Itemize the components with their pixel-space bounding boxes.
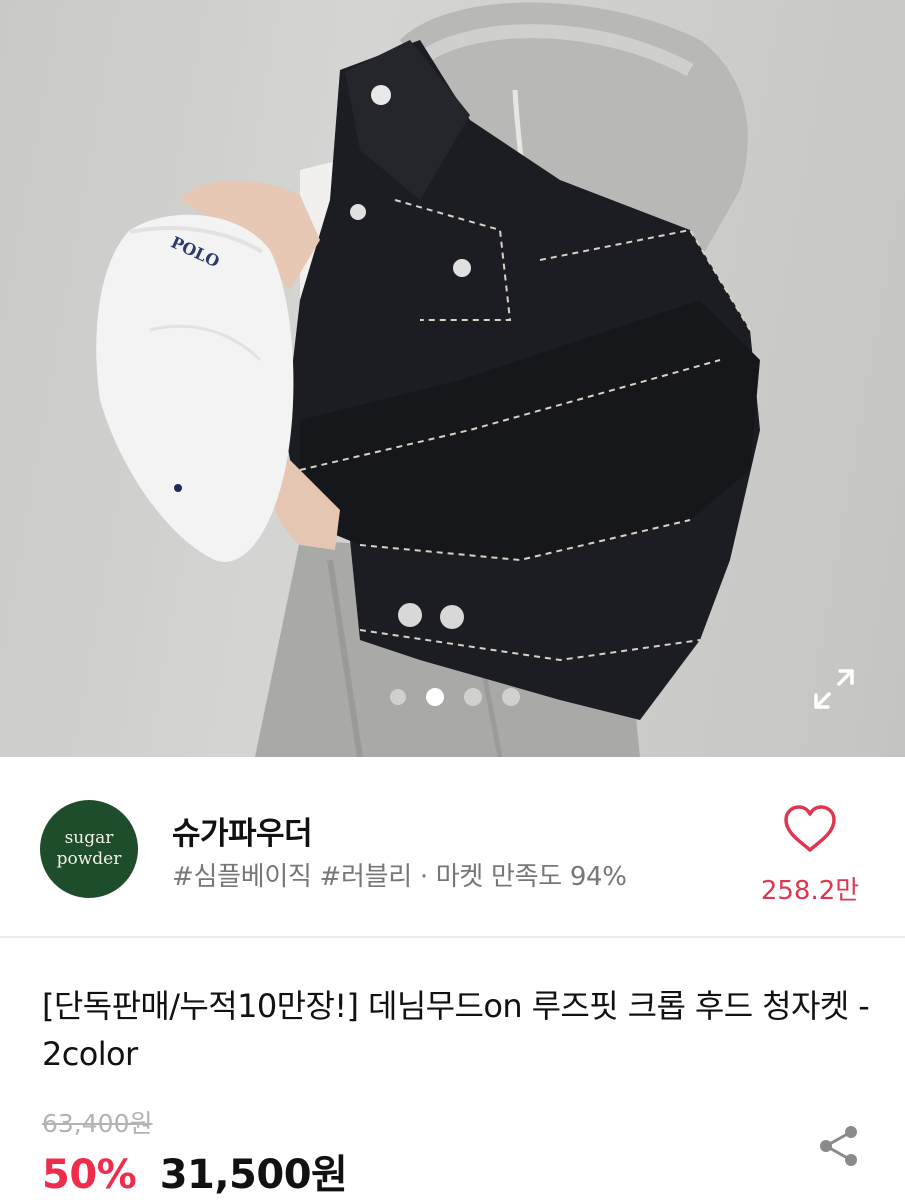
carousel-dot[interactable] — [501, 688, 520, 706]
seller-name[interactable]: 슈가파우더 — [172, 808, 313, 853]
carousel-dot[interactable] — [463, 688, 482, 706]
seller-logo-line2: powder — [56, 849, 122, 869]
product-image-carousel[interactable]: POLO — [0, 0, 905, 757]
product-photo: POLO — [96, 2, 760, 757]
expand-icon[interactable] — [810, 665, 858, 713]
share-icon[interactable] — [818, 1124, 860, 1168]
price-row: 50% 31,500원 — [42, 1142, 348, 1200]
sale-price: 31,500원 — [159, 1152, 348, 1198]
heart-outline-icon — [784, 805, 836, 852]
product-title: [단독판매/누적10만장!] 데님무드on 루즈핏 크롭 후드 청자켓 - 2c… — [42, 987, 870, 1073]
seller-logo-line1: sugar — [64, 828, 114, 848]
seller-logo[interactable]: sugar powder — [40, 800, 138, 898]
carousel-dot-active[interactable] — [425, 688, 444, 706]
like-count: 258.2만 — [760, 876, 860, 906]
like-button[interactable]: 258.2만 — [745, 798, 875, 908]
seller-tags: #심플베이직 #러블리 · 마켓 만족도 94% — [172, 862, 627, 892]
seller-info[interactable]: sugar powder 슈가파우더 #심플베이직 #러블리 · 마켓 만족도 … — [0, 758, 905, 938]
carousel-dot[interactable] — [389, 689, 406, 705]
original-price: 63,400원 — [42, 1109, 153, 1138]
discount-rate: 50% — [42, 1152, 137, 1198]
carousel-indicator — [0, 688, 905, 708]
